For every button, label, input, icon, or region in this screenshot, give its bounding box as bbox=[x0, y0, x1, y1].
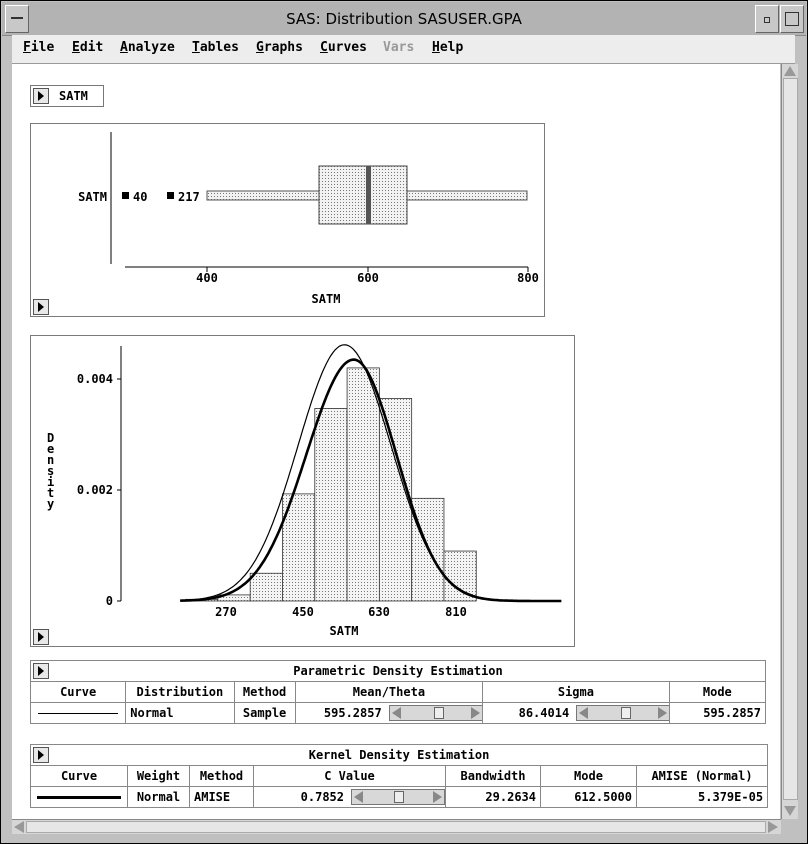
menu-tables[interactable]: Tables bbox=[192, 40, 239, 55]
bandwidth-cell: 29.2634 bbox=[445, 786, 541, 808]
menu-file[interactable]: File bbox=[23, 40, 54, 55]
table-row: Normal AMISE 0.7852 29.2634 612.5000 5.3… bbox=[30, 786, 769, 808]
col-header: Method bbox=[189, 765, 254, 787]
outlier-label: 217 bbox=[178, 190, 200, 204]
col-header: Curve bbox=[30, 765, 128, 787]
y-tick-label: 0.002 bbox=[77, 483, 113, 497]
outlier-label: 40 bbox=[133, 190, 147, 204]
window-title: SAS: Distribution SASUSER.GPA bbox=[286, 10, 522, 28]
histogram-chart: Density 0 0.002 0.004 270 450 630 810 SA… bbox=[47, 344, 562, 638]
col-header: Mode bbox=[668, 681, 767, 703]
menu-graphs[interactable]: Graphs bbox=[256, 40, 303, 55]
histogram-bar bbox=[443, 550, 477, 602]
kernel-table: Kernel Density Estimation Curve Weight M… bbox=[29, 744, 769, 808]
menu-analyze[interactable]: Analyze bbox=[120, 40, 175, 55]
boxplot-menu-arrow-icon[interactable] bbox=[33, 299, 49, 315]
y-tick-label: 0.004 bbox=[77, 372, 113, 386]
expand-arrow-icon[interactable] bbox=[33, 88, 49, 104]
col-header: Mode bbox=[540, 765, 637, 787]
x-tick-label: 810 bbox=[445, 605, 467, 619]
col-header: AMISE (Normal) bbox=[635, 765, 769, 787]
horizontal-scroll-thumb[interactable] bbox=[26, 821, 766, 833]
parametric-title-cell: Parametric Density Estimation bbox=[30, 660, 766, 682]
weight-cell: Normal bbox=[127, 786, 190, 808]
col-header: Curve bbox=[29, 681, 127, 703]
vertical-scroll-thumb[interactable] bbox=[783, 78, 798, 800]
mean-slider[interactable] bbox=[388, 705, 482, 721]
col-header: Weight bbox=[127, 765, 190, 787]
histogram-panel: Density 0 0.002 0.004 270 450 630 810 SA… bbox=[30, 335, 575, 647]
boxplot-chart: SATM 40 217 400 600 800 SATM bbox=[78, 132, 539, 306]
scroll-left-icon[interactable] bbox=[14, 821, 24, 833]
maximize-button[interactable] bbox=[780, 5, 804, 33]
menu-curves[interactable]: Curves bbox=[320, 40, 367, 55]
boxplot-tick-label: 800 bbox=[517, 271, 539, 285]
col-header: Bandwidth bbox=[445, 765, 541, 787]
scroll-up-icon[interactable] bbox=[784, 66, 796, 76]
variable-button[interactable]: SATM bbox=[30, 85, 104, 107]
parametric-title: Parametric Density Estimation bbox=[293, 664, 503, 678]
col-header: Mean/Theta bbox=[294, 681, 484, 703]
minimize-button[interactable] bbox=[755, 5, 779, 33]
sigma-value: 86.4014 bbox=[518, 705, 570, 720]
x-tick-label: 630 bbox=[368, 605, 390, 619]
boxplot-panel: SATM 40 217 400 600 800 SATM bbox=[30, 123, 545, 317]
amise-cell: 5.379E-05 bbox=[635, 786, 769, 808]
kernel-title: Kernel Density Estimation bbox=[308, 748, 490, 762]
table-row: Normal Sample 595.2857 86.4014 595.2857 bbox=[29, 702, 767, 724]
sigma-cell: 86.4014 bbox=[482, 702, 670, 724]
method-cell: AMISE bbox=[189, 786, 254, 808]
density-axis-label: Density bbox=[47, 431, 54, 511]
histogram-bar bbox=[378, 398, 413, 602]
horizontal-scrollbar[interactable] bbox=[12, 819, 781, 834]
boxplot-x-label: SATM bbox=[312, 292, 341, 306]
c-value-cell: 0.7852 bbox=[253, 786, 446, 808]
col-header: Method bbox=[233, 681, 296, 703]
scroll-corner bbox=[781, 819, 797, 833]
scroll-right-icon[interactable] bbox=[768, 821, 778, 833]
c-value: 0.7852 bbox=[300, 789, 344, 804]
scroll-down-icon[interactable] bbox=[784, 806, 796, 816]
menu-vars: Vars bbox=[383, 40, 415, 55]
vertical-scrollbar[interactable] bbox=[781, 64, 798, 819]
x-tick-label: 450 bbox=[292, 605, 314, 619]
boxplot-median bbox=[366, 166, 371, 224]
boxplot-var-label: SATM bbox=[78, 190, 107, 204]
kernel-menu-arrow-icon[interactable] bbox=[33, 747, 49, 763]
menu-edit[interactable]: Edit bbox=[72, 40, 103, 55]
kernel-title-cell: Kernel Density Estimation bbox=[29, 744, 769, 766]
title-bar: SAS: Distribution SASUSER.GPA bbox=[2, 2, 806, 36]
mode-cell: 595.2857 bbox=[668, 702, 767, 724]
mode-cell: 612.5000 bbox=[540, 786, 637, 808]
boxplot-tick-label: 600 bbox=[357, 271, 379, 285]
col-header: Distribution bbox=[125, 681, 235, 703]
method-cell: Sample bbox=[233, 702, 296, 724]
histogram-bar bbox=[249, 572, 283, 602]
parametric-menu-arrow-icon[interactable] bbox=[33, 663, 49, 679]
outlier-marker bbox=[167, 192, 174, 199]
curve-line-sample bbox=[30, 786, 128, 808]
mean-value: 595.2857 bbox=[323, 705, 382, 720]
y-tick-label: 0 bbox=[106, 594, 113, 608]
col-header: C Value bbox=[253, 765, 446, 787]
parametric-table: Parametric Density Estimation Curve Dist… bbox=[29, 660, 767, 724]
col-header: Sigma bbox=[482, 681, 670, 703]
histogram-bar bbox=[346, 367, 380, 602]
outlier-marker bbox=[122, 192, 129, 199]
variable-label: SATM bbox=[59, 89, 88, 103]
sigma-slider[interactable] bbox=[576, 705, 669, 721]
c-value-slider[interactable] bbox=[351, 789, 445, 805]
menu-bar: File Edit Analyze Tables Graphs Curves V… bbox=[12, 35, 795, 64]
distribution-cell: Normal bbox=[125, 702, 235, 724]
curve-line-sample bbox=[29, 702, 127, 724]
mean-cell: 595.2857 bbox=[294, 702, 484, 724]
x-tick-label: 270 bbox=[215, 605, 237, 619]
menu-help[interactable]: Help bbox=[432, 40, 463, 55]
boxplot-box bbox=[318, 165, 408, 225]
histogram-bar bbox=[314, 408, 348, 602]
histogram-x-label: SATM bbox=[330, 624, 359, 638]
histogram-menu-arrow-icon[interactable] bbox=[33, 629, 49, 645]
app-window: SAS: Distribution SASUSER.GPA File Edit … bbox=[0, 0, 808, 844]
boxplot-tick-label: 400 bbox=[196, 271, 218, 285]
